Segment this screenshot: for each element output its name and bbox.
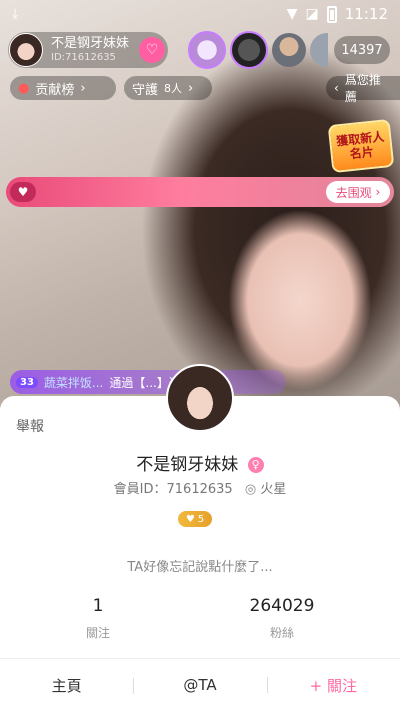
status-bar: ⤓ ▼ ◪ 11:12 (0, 0, 400, 28)
profile-name: 不是钢牙妹妹 (136, 455, 239, 475)
guard-button[interactable]: 守護 8人 › (124, 76, 212, 100)
following-label: 關注 (85, 626, 110, 640)
following-stat[interactable]: 1 關注 (38, 596, 158, 641)
following-count: 1 (92, 596, 104, 616)
flame-icon: ● (18, 80, 30, 96)
viewer-avatar[interactable] (230, 31, 268, 69)
location: 火星 (260, 482, 287, 497)
report-button[interactable]: 舉報 (16, 416, 44, 436)
host-avatar[interactable] (9, 33, 43, 67)
profile-name-row: 不是钢牙妹妹 ♀ (0, 450, 400, 475)
host-id: ID:71612635 (51, 52, 116, 63)
guard-count: 8人 (164, 82, 183, 95)
profile-meta: 會員ID：71612635 ◎ 火星 (0, 478, 400, 497)
chevron-left-icon: ‹ (334, 81, 339, 95)
fans-count: 264029 (249, 596, 315, 616)
chevron-right-icon: › (80, 80, 86, 96)
follow-heart-button[interactable]: ♡ (139, 37, 165, 63)
battery-icon (326, 5, 337, 23)
entry-message: 33 蔬菜拌饭... 通過【...】進入房間！ (10, 370, 286, 394)
wifi-icon: ▼ (286, 6, 298, 22)
host-name: 不是钢牙妹妹 (51, 36, 130, 51)
viewer-avatar[interactable] (188, 31, 226, 69)
action-bar: 主頁 @TA + 關注 (0, 658, 400, 711)
banner-icon: ♥ (10, 182, 36, 202)
contribution-ranking-button[interactable]: ● 贡献榜 › (10, 76, 116, 100)
home-button[interactable]: 主頁 (0, 675, 133, 696)
profile-sheet: 舉報 不是钢牙妹妹 ♀ 會員ID：71612635 ◎ 火星 ♥ 5 TA好像忘… (0, 396, 400, 711)
viewer-avatar[interactable] (310, 33, 328, 67)
watch-button[interactable]: 去围观 › (326, 181, 390, 203)
fans-stat[interactable]: 264029 粉絲 (222, 596, 342, 641)
no-signal-icon: ◪ (305, 6, 319, 22)
level-badge: ♥ 5 (178, 511, 212, 527)
bio: TA好像忘記說點什麼了... (127, 560, 273, 575)
entry-username[interactable]: 蔬菜拌饭... (44, 374, 103, 391)
location-pin-icon: ◎ (244, 482, 257, 497)
female-icon: ♀ (247, 457, 264, 473)
viewer-count[interactable]: 14397 (334, 36, 390, 64)
chevron-right-icon: › (188, 80, 194, 96)
user-level-badge: 33 (16, 376, 38, 388)
mention-button[interactable]: @TA (133, 676, 266, 694)
promo-banner[interactable]: ♥ 去围观 › (6, 177, 394, 207)
download-icon: ⤓ (12, 6, 19, 22)
clock: 11:12 (344, 5, 388, 23)
profile-avatar[interactable] (166, 364, 234, 432)
host-info-pill[interactable]: 不是钢牙妹妹 ID:71612635 ♡ (8, 32, 168, 68)
fans-label: 粉絲 (269, 626, 294, 640)
recommend-button[interactable]: ‹ 爲您推薦 (326, 73, 400, 104)
viewer-avatars (188, 31, 328, 69)
viewer-avatar[interactable] (272, 33, 306, 67)
member-id: 會員ID：71612635 (113, 482, 233, 497)
follow-button[interactable]: + 關注 (266, 675, 400, 696)
heart-icon: ♥ (185, 513, 195, 525)
event-badge[interactable]: 獲取新人名片 (327, 118, 395, 174)
